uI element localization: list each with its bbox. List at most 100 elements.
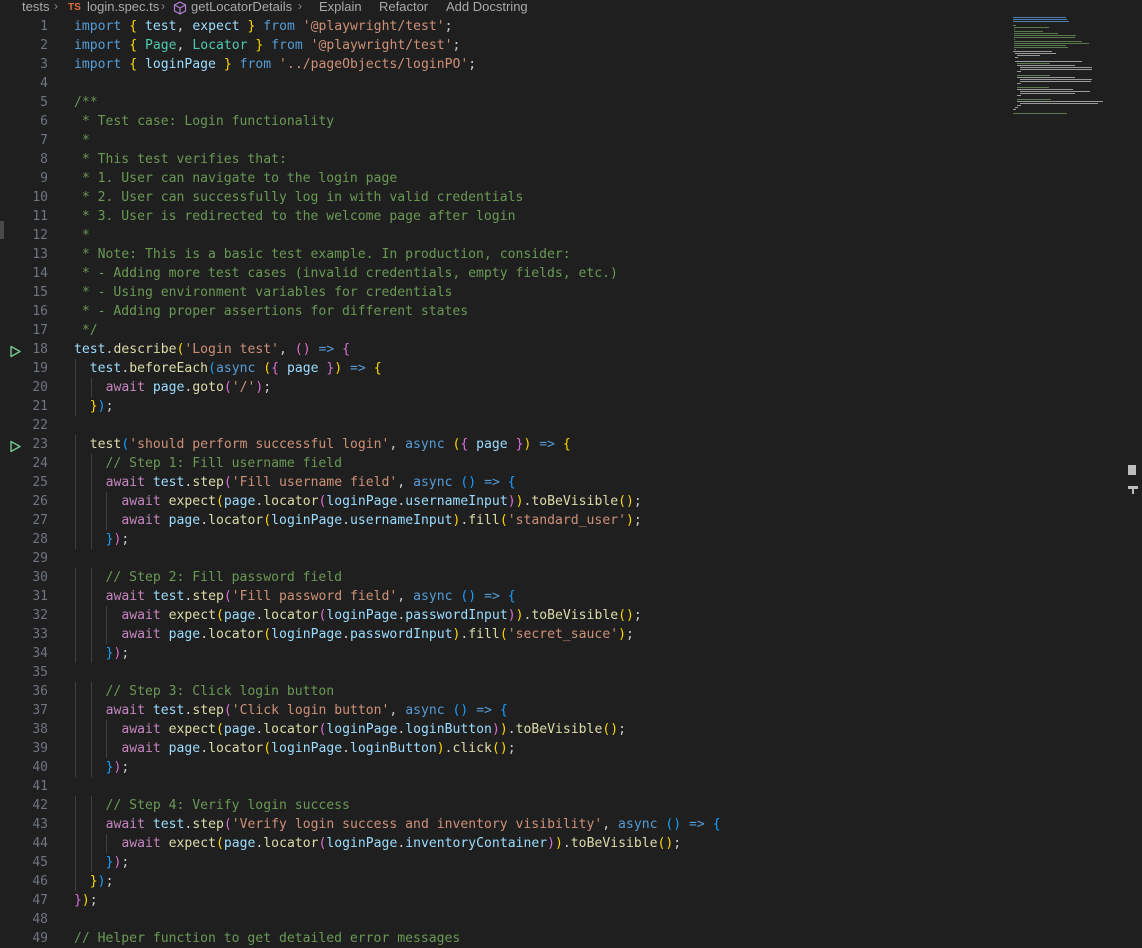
minimap-line: [1017, 87, 1050, 88]
symbol-method-icon: [173, 1, 187, 18]
code-line[interactable]: 38 await expect(page.locator(loginPage.l…: [0, 720, 1010, 739]
line-number: 14: [32, 266, 48, 281]
line-number: 1: [40, 19, 48, 34]
code-text: * This test verifies that:: [74, 152, 287, 167]
refactor-codelens[interactable]: Refactor: [379, 0, 428, 14]
code-line[interactable]: 45 });: [0, 853, 1010, 872]
code-line[interactable]: 4: [0, 74, 1010, 93]
minimap-line: [1014, 41, 1083, 42]
line-number: 19: [32, 361, 48, 376]
minimap-line: [1014, 45, 1066, 46]
code-line[interactable]: 2 import { Page, Locator } from '@playwri…: [0, 36, 1010, 55]
minimap-line: [1017, 105, 1021, 106]
code-line[interactable]: 41: [0, 777, 1010, 796]
code-line[interactable]: 14 * - Adding more test cases (invalid c…: [0, 264, 1010, 283]
code-line[interactable]: 25 await test.step('Fill username field'…: [0, 473, 1010, 492]
code-line[interactable]: 13 * Note: This is a basic test example.…: [0, 245, 1010, 264]
code-line[interactable]: 48: [0, 910, 1010, 929]
line-number: 10: [32, 190, 48, 205]
line-number: 23: [32, 437, 48, 452]
code-text: import { Page, Locator } from '@playwrig…: [74, 38, 461, 53]
code-line[interactable]: 12 *: [0, 226, 1010, 245]
line-number: 33: [32, 627, 48, 642]
code-line[interactable]: 26 await expect(page.locator(loginPage.u…: [0, 492, 1010, 511]
minimap-line: [1017, 101, 1104, 102]
line-number: 37: [32, 703, 48, 718]
minimap-line: [1017, 71, 1021, 72]
code-text: * Test case: Login functionality: [74, 114, 335, 129]
code-line[interactable]: 24 // Step 1: Fill username field: [0, 454, 1010, 473]
code-text: * Note: This is a basic test example. In…: [74, 247, 571, 262]
code-line[interactable]: 39 await page.locator(loginPage.loginBut…: [0, 739, 1010, 758]
code-line[interactable]: 34 });: [0, 644, 1010, 663]
code-line[interactable]: 11 * 3. User is redirected to the welcom…: [0, 207, 1010, 226]
code-line[interactable]: 23 test('should perform successful login…: [0, 435, 1010, 454]
code-line[interactable]: 20 await page.goto('/');: [0, 378, 1010, 397]
typescript-file-icon: TS: [68, 2, 81, 13]
code-text: */: [74, 323, 98, 338]
code-line[interactable]: 37 await test.step('Click login button',…: [0, 701, 1010, 720]
line-number: 11: [32, 209, 48, 224]
code-line[interactable]: 35: [0, 663, 1010, 682]
code-text: // Step 4: Verify login success: [74, 798, 350, 813]
code-line[interactable]: 18 test.describe('Login test', () => {: [0, 340, 1010, 359]
breadcrumb-symbol[interactable]: getLocatorDetails: [191, 0, 292, 14]
explain-codelens[interactable]: Explain: [319, 0, 362, 14]
code-line[interactable]: 46 });: [0, 872, 1010, 891]
line-number: 25: [32, 475, 48, 490]
line-number: 3: [40, 57, 48, 72]
code-line[interactable]: 9 * 1. User can navigate to the login pa…: [0, 169, 1010, 188]
code-line[interactable]: 47});: [0, 891, 1010, 910]
code-line[interactable]: 33 await page.locator(loginPage.password…: [0, 625, 1010, 644]
code-text: await page.locator(loginPage.loginButton…: [121, 741, 516, 756]
line-number: 24: [32, 456, 48, 471]
code-line[interactable]: 42 // Step 4: Verify login success: [0, 796, 1010, 815]
code-line[interactable]: 21 });: [0, 397, 1010, 416]
code-line[interactable]: 31 await test.step('Fill password field'…: [0, 587, 1010, 606]
line-number: 45: [32, 855, 48, 870]
code-line[interactable]: 10 * 2. User can successfully log in wit…: [0, 188, 1010, 207]
code-line[interactable]: 15 * - Using environment variables for c…: [0, 283, 1010, 302]
minimap-line: [1013, 21, 1070, 22]
code-line[interactable]: 32 await expect(page.locator(loginPage.p…: [0, 606, 1010, 625]
minimap-line: [1019, 67, 1093, 68]
line-number: 44: [32, 836, 48, 851]
line-number: 31: [32, 589, 48, 604]
code-line[interactable]: 29: [0, 549, 1010, 568]
code-line[interactable]: 27 await page.locator(loginPage.username…: [0, 511, 1010, 530]
code-line[interactable]: 7 *: [0, 131, 1010, 150]
code-text: await test.step('Click login button', as…: [105, 703, 508, 718]
code-line[interactable]: 28 });: [0, 530, 1010, 549]
code-line[interactable]: 40 });: [0, 758, 1010, 777]
code-line[interactable]: 17 */: [0, 321, 1010, 340]
code-line[interactable]: 3 import { loginPage } from '../pageObjec…: [0, 55, 1010, 74]
code-line[interactable]: 22: [0, 416, 1010, 435]
minimap-line: [1015, 107, 1019, 108]
minimap-line: [1017, 95, 1021, 96]
code-line[interactable]: 19 test.beforeEach(async ({ page }) => {: [0, 359, 1010, 378]
minimap-line: [1019, 79, 1093, 80]
code-line[interactable]: 30 // Step 2: Fill password field: [0, 568, 1010, 587]
code-text: await expect(page.locator(loginPage.user…: [121, 494, 642, 509]
code-editor[interactable]: 1 import { test, expect } from '@playwrig…: [0, 17, 1142, 946]
code-line[interactable]: 43 await test.step('Verify login success…: [0, 815, 1010, 834]
code-line[interactable]: 16 * - Adding proper assertions for diff…: [0, 302, 1010, 321]
code-text: // Step 2: Fill password field: [74, 570, 343, 585]
code-text: * 1. User can navigate to the login page: [74, 171, 398, 186]
code-line[interactable]: 8 * This test verifies that:: [0, 150, 1010, 169]
add-docstring-codelens[interactable]: Add Docstring: [446, 0, 528, 14]
code-line[interactable]: 5 /**: [0, 93, 1010, 112]
code-line[interactable]: 44 await expect(page.locator(loginPage.i…: [0, 834, 1010, 853]
minimap-line: [1014, 35, 1076, 36]
code-line[interactable]: 1 import { test, expect } from '@playwrig…: [0, 17, 1010, 36]
breadcrumb-folder[interactable]: tests: [22, 0, 49, 14]
code-text: await expect(page.locator(loginPage.logi…: [121, 722, 626, 737]
breadcrumb-file[interactable]: login.spec.ts: [87, 0, 159, 14]
minimap[interactable]: [1010, 17, 1120, 127]
code-text: test.describe('Login test', () => {: [74, 342, 351, 357]
code-line[interactable]: 6 * Test case: Login functionality: [0, 112, 1010, 131]
scrollbar-thumb[interactable]: [1128, 465, 1136, 475]
code-line[interactable]: 36 // Step 3: Click login button: [0, 682, 1010, 701]
code-text: await test.step('Verify login success an…: [105, 817, 721, 832]
code-text: });: [89, 874, 114, 889]
